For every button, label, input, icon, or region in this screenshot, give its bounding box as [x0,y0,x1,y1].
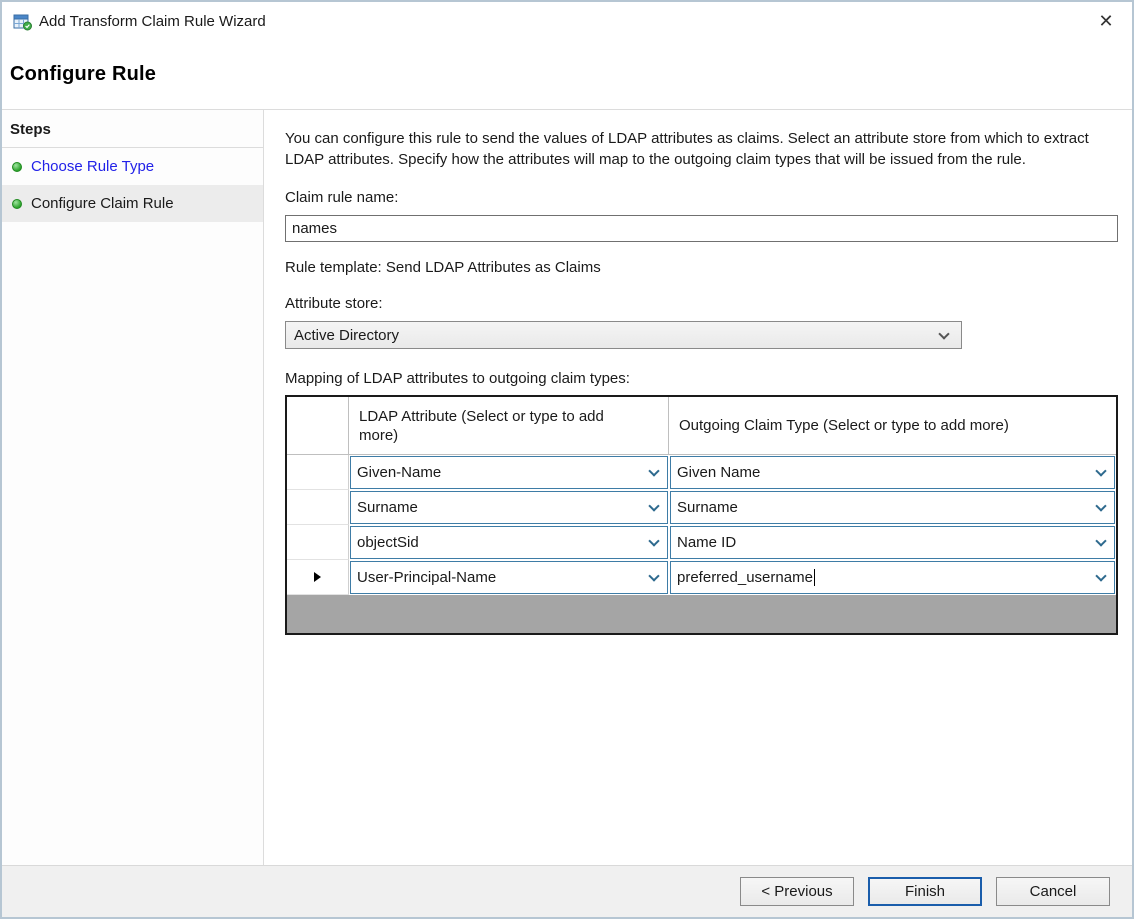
combobox-value: User-Principal-Name [357,569,496,586]
row-selector[interactable] [287,490,349,525]
sidebar-item-choose-rule-type[interactable]: Choose Rule Type [2,148,263,185]
table-empty-area [287,595,1116,633]
outgoing-claim-combobox[interactable]: preferred_username [670,561,1115,594]
mapping-label: Mapping of LDAP attributes to outgoing c… [285,370,1118,387]
main-panel: You can configure this rule to send the … [264,110,1132,865]
outgoing-claim-combobox[interactable]: Name ID [670,526,1115,559]
rule-template-text: Rule template: Send LDAP Attributes as C… [285,259,1118,276]
sidebar-item-configure-claim-rule[interactable]: Configure Claim Rule [2,185,263,222]
steps-sidebar: Steps Choose Rule Type Configure Claim R… [2,110,264,865]
combobox-value: Surname [677,499,738,516]
chevron-down-icon [648,465,659,476]
attribute-store-select[interactable]: Active Directory [285,321,962,349]
ldap-attribute-combobox[interactable]: User-Principal-Name [350,561,668,594]
steps-title: Steps [2,110,263,148]
window-title: Add Transform Claim Rule Wizard [39,13,266,30]
outgoing-claim-combobox[interactable]: Given Name [670,456,1115,489]
row-selector[interactable] [287,525,349,560]
previous-button[interactable]: < Previous [740,877,854,906]
table-row: objectSid Name ID [287,525,1116,560]
combobox-value: Surname [357,499,418,516]
row-selector[interactable] [287,455,349,490]
wizard-window: Add Transform Claim Rule Wizard ✕ Config… [0,0,1134,919]
outgoing-claim-combobox[interactable]: Surname [670,491,1115,524]
chevron-down-icon [938,328,949,339]
rule-description: You can configure this rule to send the … [285,128,1110,170]
step-complete-icon [12,162,22,172]
title-bar: Add Transform Claim Rule Wizard ✕ [2,2,1132,40]
table-header-row: LDAP Attribute (Select or type to add mo… [287,397,1116,455]
combobox-value: objectSid [357,534,419,551]
step-label: Configure Claim Rule [31,195,174,212]
cancel-button[interactable]: Cancel [996,877,1110,906]
claim-rule-name-label: Claim rule name: [285,189,1118,206]
combobox-value: preferred_username [677,569,813,586]
table-row: Surname Surname [287,490,1116,525]
mapping-table: LDAP Attribute (Select or type to add mo… [285,395,1118,635]
chevron-down-icon [1095,465,1106,476]
heading-area: Configure Rule [2,40,1132,110]
current-row-arrow-icon [314,572,321,582]
ldap-attribute-combobox[interactable]: Given-Name [350,456,668,489]
combobox-value: Given Name [677,464,760,481]
attribute-store-value: Active Directory [294,327,399,344]
chevron-down-icon [648,570,659,581]
text-caret [814,569,815,586]
finish-button[interactable]: Finish [868,877,982,906]
step-label: Choose Rule Type [31,158,154,175]
attribute-store-label: Attribute store: [285,295,1118,312]
chevron-down-icon [1095,570,1106,581]
close-icon: ✕ [1098,11,1113,32]
combobox-value: Given-Name [357,464,441,481]
ldap-attribute-combobox[interactable]: objectSid [350,526,668,559]
column-header-label: Outgoing Claim Type (Select or type to a… [679,417,1009,434]
step-complete-icon [12,199,22,209]
table-row: Given-Name Given Name [287,455,1116,490]
row-selector[interactable] [287,560,349,595]
content-area: Steps Choose Rule Type Configure Claim R… [2,110,1132,865]
row-selector-header [287,397,349,454]
chevron-down-icon [1095,500,1106,511]
ldap-attribute-combobox[interactable]: Surname [350,491,668,524]
combobox-value: Name ID [677,534,736,551]
claim-rule-name-input[interactable] [285,215,1118,242]
page-title: Configure Rule [10,63,156,86]
table-row: User-Principal-Name preferred_username [287,560,1116,595]
close-button[interactable]: ✕ [1092,7,1120,35]
chevron-down-icon [648,535,659,546]
button-bar: < Previous Finish Cancel [2,865,1132,917]
ldap-attribute-column-header: LDAP Attribute (Select or type to add mo… [349,397,669,454]
column-header-label: LDAP Attribute (Select or type to add mo… [359,407,611,445]
wizard-icon [12,11,32,31]
chevron-down-icon [648,500,659,511]
chevron-down-icon [1095,535,1106,546]
outgoing-claim-column-header: Outgoing Claim Type (Select or type to a… [669,397,1116,454]
